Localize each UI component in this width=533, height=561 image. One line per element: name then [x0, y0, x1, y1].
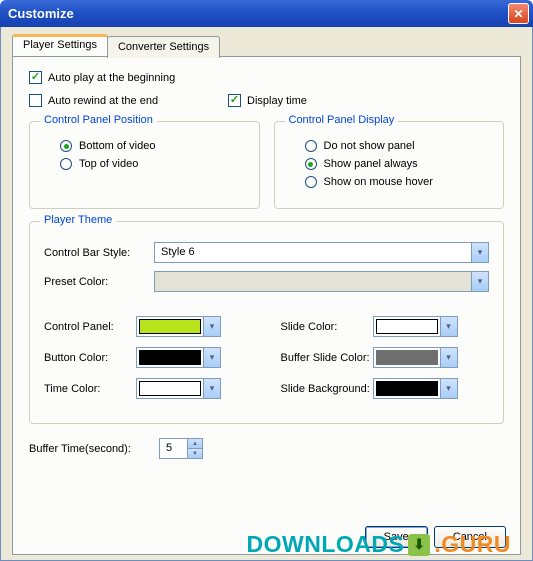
chevron-down-icon[interactable] [471, 243, 488, 262]
radio-label: Bottom of video [79, 140, 155, 152]
group-player-theme: Player Theme Control Bar Style: Style 6 … [29, 221, 504, 424]
color-time[interactable] [136, 378, 221, 399]
radio-label: Top of video [79, 158, 138, 170]
checkbox-displaytime[interactable] [228, 94, 241, 107]
chevron-down-icon[interactable] [203, 379, 220, 398]
combo-value: Style 6 [155, 243, 471, 262]
color-swatch [376, 319, 438, 334]
spinner-down-icon[interactable]: ▼ [188, 449, 202, 458]
checkbox-autorewind[interactable] [29, 94, 42, 107]
group-title: Control Panel Display [285, 114, 399, 126]
chevron-down-icon[interactable] [471, 272, 488, 291]
radio-no-panel[interactable] [305, 140, 317, 152]
group-title: Player Theme [40, 214, 116, 226]
window-body: Player Settings Converter Settings Auto … [0, 27, 533, 561]
group-title: Control Panel Position [40, 114, 157, 126]
spinner-up-icon[interactable]: ▲ [188, 439, 202, 449]
color-swatch [139, 350, 201, 365]
color-button[interactable] [136, 347, 221, 368]
tab-player-settings[interactable]: Player Settings [12, 34, 108, 56]
color-swatch [139, 381, 201, 396]
tab-converter-settings[interactable]: Converter Settings [107, 36, 220, 58]
chevron-down-icon[interactable] [203, 317, 220, 336]
radio-always[interactable] [305, 158, 317, 170]
group-control-display: Control Panel Display Do not show panel … [274, 121, 505, 209]
radio-hover[interactable] [305, 176, 317, 188]
close-icon: ✕ [513, 7, 523, 21]
group-control-position: Control Panel Position Bottom of video T… [29, 121, 260, 209]
label-slide-bg: Slide Background: [281, 383, 373, 395]
label-buffer-slide: Buffer Slide Color: [281, 352, 373, 364]
chevron-down-icon[interactable] [203, 348, 220, 367]
window-title: Customize [8, 6, 508, 21]
color-swatch [376, 350, 438, 365]
radio-label: Do not show panel [324, 140, 415, 152]
checkbox-label: Auto play at the beginning [48, 72, 175, 84]
tab-strip: Player Settings Converter Settings [12, 34, 219, 56]
combo-value [155, 272, 471, 291]
color-swatch [376, 381, 438, 396]
combo-preset[interactable] [154, 271, 489, 292]
checkbox-label: Auto rewind at the end [48, 95, 228, 107]
save-button[interactable]: Save [365, 526, 428, 548]
color-slide[interactable] [373, 316, 458, 337]
radio-top[interactable] [60, 158, 72, 170]
close-button[interactable]: ✕ [508, 3, 529, 24]
color-buffer-slide[interactable] [373, 347, 458, 368]
label-barstyle: Control Bar Style: [44, 247, 154, 259]
checkbox-label: Display time [247, 95, 307, 107]
dialog-buttons: Save Cancel [365, 526, 506, 548]
chevron-down-icon[interactable] [440, 379, 457, 398]
radio-label: Show on mouse hover [324, 176, 433, 188]
label-time-color: Time Color: [44, 383, 136, 395]
label-button-color: Button Color: [44, 352, 136, 364]
tab-label: Converter Settings [118, 41, 209, 53]
chevron-down-icon[interactable] [440, 317, 457, 336]
radio-label: Show panel always [324, 158, 418, 170]
label-control-panel: Control Panel: [44, 321, 136, 333]
color-swatch [139, 319, 201, 334]
color-slide-bg[interactable] [373, 378, 458, 399]
combo-barstyle[interactable]: Style 6 [154, 242, 489, 263]
checkbox-autoplay[interactable] [29, 71, 42, 84]
label-preset: Preset Color: [44, 276, 154, 288]
spinner-buffer-time[interactable]: 5 ▲ ▼ [159, 438, 203, 459]
label-slide-color: Slide Color: [281, 321, 373, 333]
title-bar: Customize ✕ [0, 0, 533, 27]
chevron-down-icon[interactable] [440, 348, 457, 367]
spinner-value: 5 [160, 439, 187, 458]
cancel-button[interactable]: Cancel [434, 526, 506, 548]
label-buffer-time: Buffer Time(second): [29, 443, 159, 455]
tab-panel-player: Auto play at the beginning Auto rewind a… [12, 56, 521, 555]
tab-label: Player Settings [23, 39, 97, 51]
radio-bottom[interactable] [60, 140, 72, 152]
color-control-panel[interactable] [136, 316, 221, 337]
